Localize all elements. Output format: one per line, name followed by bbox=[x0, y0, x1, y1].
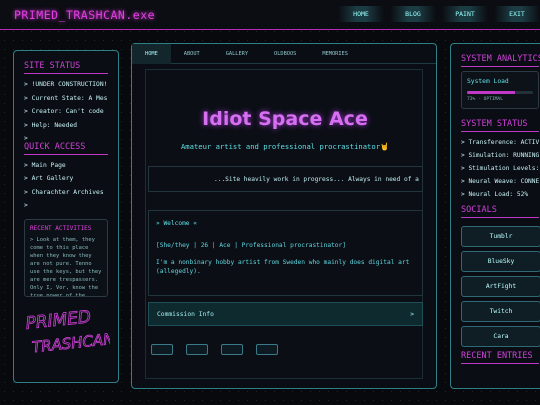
welcome-intro: I'm a nonbinary hobby artist from Sweden… bbox=[156, 259, 410, 275]
recent-entries-title: RECENT ENTRIES bbox=[461, 351, 539, 364]
commission-info-toggle[interactable]: Commission Info > bbox=[148, 302, 423, 326]
recent-activities-title: RECENT ACTIVITIES bbox=[30, 224, 92, 232]
tab-about[interactable]: ABOUT bbox=[171, 44, 213, 64]
tab-oldboos[interactable]: OLDBOOS bbox=[261, 44, 309, 64]
quick-link-art-gallery[interactable]: > Art Gallery bbox=[24, 172, 108, 186]
social-twitch-button[interactable]: Twitch bbox=[461, 301, 540, 322]
nav-home[interactable]: HOME bbox=[338, 6, 384, 22]
small-button-4[interactable] bbox=[256, 344, 278, 355]
system-status-item: > Transference: ACTIVE bbox=[461, 139, 539, 146]
quick-access-title: QUICK ACCESS bbox=[24, 142, 108, 155]
system-status-title: SYSTEM STATUS bbox=[461, 119, 539, 132]
social-cara-button[interactable]: Cara bbox=[461, 326, 540, 347]
tab-home[interactable]: HOME bbox=[132, 44, 171, 64]
top-bar: PRIMED_TRASHCAN.exe HOME BLOG PAINT EXIT bbox=[0, 0, 540, 30]
nav-paint[interactable]: PAINT bbox=[442, 6, 488, 22]
brand-line-2: TRASHCAN bbox=[31, 329, 110, 356]
small-button-1[interactable] bbox=[151, 344, 173, 355]
page-title: Idiot Space Ace bbox=[202, 108, 368, 130]
tab-memories[interactable]: MEMORIES bbox=[309, 44, 361, 64]
status-item: > Current State: A Mess bbox=[24, 94, 108, 102]
social-tumblr-button[interactable]: Tumblr bbox=[461, 226, 540, 247]
right-sidebar: SYSTEM ANALYTICS System Load 73% - OPTIM… bbox=[450, 43, 540, 389]
welcome-box: » Welcome « [She/they | 26 | Ace | Profe… bbox=[148, 210, 423, 296]
main-tabs: HOME ABOUT GALLERY OLDBOOS MEMORIES bbox=[132, 44, 436, 64]
marquee-notice: ...Site heavily work in progress... Alwa… bbox=[148, 166, 423, 192]
left-sidebar: SITE STATUS > !UNDER CONSTRUCTION! > Cur… bbox=[13, 50, 119, 383]
status-item: > !UNDER CONSTRUCTION! bbox=[24, 81, 108, 88]
site-logo[interactable]: PRIMED_TRASHCAN.exe bbox=[0, 8, 155, 22]
welcome-tags: [She/they | 26 | Ace | Professional proc… bbox=[156, 242, 346, 249]
small-button-3[interactable] bbox=[221, 344, 243, 355]
social-artfight-button[interactable]: ArtFight bbox=[461, 276, 540, 297]
nav-blog[interactable]: BLOG bbox=[390, 6, 436, 22]
quick-link-main-page[interactable]: > Main Page bbox=[24, 159, 108, 173]
commission-arrow-icon: > bbox=[410, 310, 414, 318]
site-status-title: SITE STATUS bbox=[24, 61, 108, 74]
social-bluesky-button[interactable]: BlueSky bbox=[461, 251, 540, 272]
system-load-fill bbox=[467, 91, 516, 94]
page-subtitle: Amateur artist and professional procrast… bbox=[180, 142, 389, 151]
system-status-item: > Neural Weave: CONNECTED bbox=[461, 178, 539, 185]
quick-link-archives[interactable]: > Charachter Archives bbox=[24, 186, 108, 200]
tab-gallery[interactable]: GALLERY bbox=[213, 44, 261, 64]
brand-line-1: PRIMED bbox=[25, 307, 92, 334]
status-item: > Creator: Can't code bbox=[24, 108, 104, 115]
system-load-label: System Load bbox=[467, 78, 509, 85]
main-panel: HOME ABOUT GALLERY OLDBOOS MEMORIES Idio… bbox=[131, 43, 437, 389]
system-status-item: > Stimulation Levels: ... bbox=[461, 165, 539, 172]
socials-title: SOCIALS bbox=[461, 205, 539, 218]
recent-activities-text: > Look at them, they come to this place … bbox=[30, 236, 102, 297]
commission-label: Commission Info bbox=[157, 310, 214, 318]
small-button-2[interactable] bbox=[186, 344, 208, 355]
welcome-title: » Welcome « bbox=[156, 220, 197, 227]
system-load-box: System Load 73% - OPTIMAL bbox=[461, 71, 539, 109]
system-analytics-title: SYSTEM ANALYTICS bbox=[461, 54, 540, 67]
system-load-bar bbox=[467, 91, 533, 94]
quick-link-empty[interactable]: > bbox=[24, 199, 108, 213]
top-nav: HOME BLOG PAINT EXIT bbox=[338, 6, 540, 22]
content-area: Idiot Space Ace Amateur artist and profe… bbox=[145, 69, 423, 379]
system-load-text: 73% - OPTIMAL bbox=[467, 97, 503, 102]
button-row bbox=[151, 344, 278, 355]
brand-logo-image: PRIMED TRASHCAN bbox=[24, 306, 115, 356]
system-status-item: > Simulation: RUNNING bbox=[461, 152, 539, 159]
recent-activities-box[interactable]: RECENT ACTIVITIES > Look at them, they c… bbox=[24, 218, 108, 297]
status-item: > Help: Needed bbox=[24, 121, 78, 129]
system-status-item: > Neural Load: 52% bbox=[461, 191, 529, 198]
nav-exit[interactable]: EXIT bbox=[494, 6, 540, 22]
